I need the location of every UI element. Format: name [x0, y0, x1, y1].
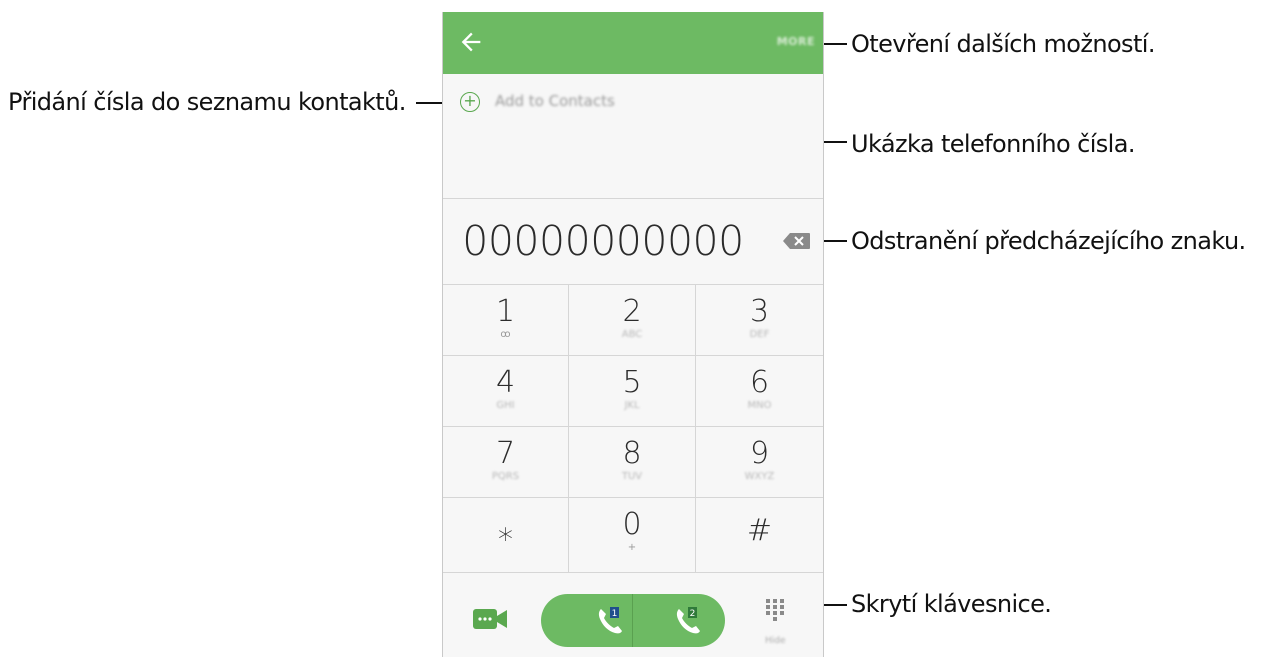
back-arrow-icon[interactable] — [457, 28, 485, 56]
key-digit: 5 — [622, 365, 642, 400]
key-6[interactable]: 6 MNO — [696, 356, 823, 427]
add-circle-icon[interactable]: + — [460, 92, 480, 112]
key-letters: PQRS — [491, 471, 520, 482]
add-to-contacts-label[interactable]: Add to Contacts — [495, 92, 615, 110]
sim-1-label: 1 — [612, 609, 618, 619]
callout-add-contact: Přidání čísla do seznamu kontaktů. — [8, 88, 406, 116]
key-digit: ⁎ — [498, 513, 513, 548]
key-0[interactable]: 0 + — [569, 498, 696, 573]
key-letters: MNO — [747, 400, 772, 411]
key-digit: 6 — [749, 365, 770, 400]
key-8[interactable]: 8 TUV — [569, 427, 696, 498]
callout-hide-keypad: Skrytí klávesnice. — [851, 590, 1052, 618]
key-letters: DEF — [749, 329, 770, 340]
key-digit: 8 — [622, 436, 642, 471]
call-divider — [632, 594, 633, 647]
key-7[interactable]: 7 PQRS — [443, 427, 569, 498]
key-letters: ABC — [621, 329, 643, 340]
call-buttons: 1 2 — [541, 594, 725, 647]
key-4[interactable]: 4 GHI — [443, 356, 569, 427]
key-1[interactable]: 1ꝏ — [443, 285, 569, 356]
key-digit: # — [746, 513, 773, 548]
key-letters: WXYZ — [744, 471, 775, 482]
backspace-icon[interactable] — [783, 232, 811, 250]
dialpad-icon[interactable] — [765, 598, 785, 622]
key-plus: + — [627, 542, 637, 553]
key-star[interactable]: ⁎ — [443, 498, 569, 573]
key-digit: 2 — [622, 294, 642, 329]
key-hash[interactable]: # — [696, 498, 823, 573]
key-3[interactable]: 3 DEF — [696, 285, 823, 356]
callout-number-preview: Ukázka telefonního čísla. — [851, 130, 1135, 158]
hide-keypad-label[interactable]: Hide — [765, 636, 786, 646]
phone-number-display: 00000000000 — [462, 217, 744, 265]
phone-screen: MORE + Add to Contacts 00000000000 1ꝏ 2A… — [442, 12, 824, 657]
key-9[interactable]: 9 WXYZ — [696, 427, 823, 498]
key-2[interactable]: 2 ABC — [569, 285, 696, 356]
key-letters — [443, 548, 568, 560]
phone-icon[interactable]: 2 — [673, 606, 703, 636]
key-digit: 1 — [495, 294, 516, 329]
voicemail-icon: ꝏ — [500, 329, 511, 340]
key-letters — [696, 548, 823, 560]
key-letters: GHI — [496, 400, 515, 411]
key-digit: 0 — [622, 507, 642, 542]
key-digit: 7 — [495, 436, 516, 471]
key-digit: 4 — [495, 365, 516, 400]
key-letters: JKL — [624, 400, 640, 411]
key-digit: 3 — [749, 294, 770, 329]
video-call-icon[interactable] — [473, 608, 507, 630]
app-bar: MORE — [443, 12, 823, 74]
callout-more-options: Otevření dalších možností. — [851, 30, 1155, 58]
phone-icon[interactable]: 1 — [595, 606, 625, 636]
callout-delete-char: Odstranění předcházejícího znaku. — [851, 227, 1246, 255]
key-letters: TUV — [621, 471, 643, 482]
sim-2-label: 2 — [690, 609, 696, 619]
more-button[interactable]: MORE — [777, 35, 815, 48]
key-digit: 9 — [749, 436, 770, 471]
keypad: 1ꝏ 2 ABC 3 DEF 4 GHI 5 JKL 6 MNO 7 PQRS 8 TUV 9… — [443, 284, 823, 573]
key-5[interactable]: 5 JKL — [569, 356, 696, 427]
